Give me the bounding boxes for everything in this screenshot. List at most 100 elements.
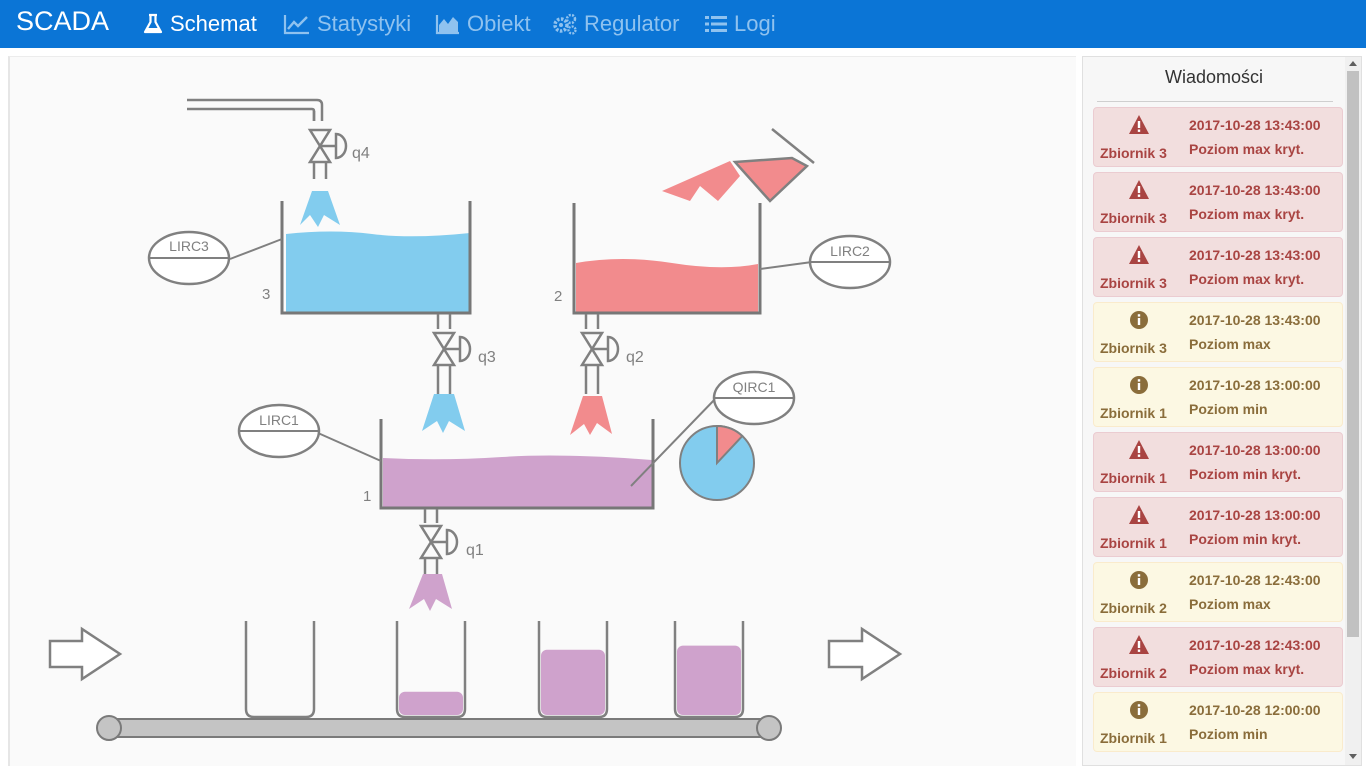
message-source: Zbiornik 2 xyxy=(1100,600,1167,616)
message-item[interactable]: 2017-10-28 13:43:00 Zbiornik 3 Poziom max … xyxy=(1093,237,1343,297)
tank-1 xyxy=(379,419,655,510)
message-item[interactable]: 2017-10-28 13:43:00 Zbiornik 3 Poziom max … xyxy=(1093,107,1343,167)
message-time: 2017-10-28 13:43:00 xyxy=(1189,312,1321,328)
message-time: 2017-10-28 13:43:00 xyxy=(1189,247,1321,263)
message-item[interactable]: 2017-10-28 13:00:00 Zbiornik 1 Poziom min … xyxy=(1093,497,1343,557)
message-text: Poziom max xyxy=(1189,336,1271,352)
scroll-up-icon[interactable] xyxy=(1349,61,1357,66)
spray-q1 xyxy=(409,574,452,611)
messages-divider xyxy=(1097,101,1333,102)
info-icon xyxy=(1128,699,1150,721)
inlet-pipe xyxy=(187,98,324,121)
nav-label-logi: Logi xyxy=(734,11,776,36)
nav-label-schemat: Schemat xyxy=(170,11,257,36)
message-text: Poziom min xyxy=(1189,401,1268,417)
bottle-fill xyxy=(677,645,741,715)
message-item[interactable]: 2017-10-28 13:00:00 Zbiornik 1 Poziom min xyxy=(1093,367,1343,427)
line-chart-icon xyxy=(283,15,309,35)
warning-icon xyxy=(1128,179,1150,201)
warning-icon xyxy=(1128,439,1150,461)
warning-icon xyxy=(1128,114,1150,136)
valve-q1[interactable] xyxy=(419,524,459,560)
bottle-fill xyxy=(541,649,605,715)
valve-q2[interactable] xyxy=(580,331,620,367)
message-item[interactable]: 2017-10-28 12:43:00 Zbiornik 2 Poziom max … xyxy=(1093,627,1343,687)
valve-q3-label: q3 xyxy=(478,349,496,366)
top-navbar: SCADA Schemat Statystyki Obiekt Regulato… xyxy=(0,0,1366,48)
scroll-down-icon[interactable] xyxy=(1349,754,1357,759)
mixture-pie xyxy=(679,424,755,501)
spray-q3 xyxy=(422,394,465,433)
schematic-canvas: q4 3 LIRC3 2 LIRC2 q3 q2 1 LIRC1 QIRC1 q… xyxy=(48,98,903,741)
message-text: Poziom min xyxy=(1189,726,1268,742)
valve-q3[interactable] xyxy=(432,331,472,367)
scroll-thumb[interactable] xyxy=(1347,71,1359,637)
controller-lirc3[interactable]: LIRC3 xyxy=(147,230,231,286)
spray-q4 xyxy=(300,191,340,227)
valve-q4-label: q4 xyxy=(352,145,370,162)
nav-item-schemat[interactable]: Schemat xyxy=(142,10,257,38)
valve-q4[interactable] xyxy=(308,128,348,164)
message-time: 2017-10-28 12:43:00 xyxy=(1189,572,1321,588)
conveyor-in-arrow-icon xyxy=(48,626,123,682)
message-time: 2017-10-28 13:00:00 xyxy=(1189,507,1321,523)
valve-q1-label: q1 xyxy=(466,542,484,559)
cogs-icon xyxy=(553,13,577,35)
brand-title[interactable]: SCADA xyxy=(16,6,109,37)
controller-lirc1-label: LIRC1 xyxy=(259,412,299,428)
nav-label-regulator: Regulator xyxy=(584,11,680,36)
message-item[interactable]: 2017-10-28 13:00:00 Zbiornik 1 Poziom min … xyxy=(1093,432,1343,492)
controller-lirc2[interactable]: LIRC2 xyxy=(808,234,892,290)
tank-1-number: 1 xyxy=(363,488,371,505)
main-area: q4 3 LIRC3 2 LIRC2 q3 q2 1 LIRC1 QIRC1 q… xyxy=(0,48,1366,768)
message-time: 2017-10-28 13:00:00 xyxy=(1189,377,1321,393)
valve-q2-label: q2 xyxy=(626,349,644,366)
warning-icon xyxy=(1128,504,1150,526)
message-source: Zbiornik 3 xyxy=(1100,210,1167,226)
nav-item-regulator[interactable]: Regulator xyxy=(552,10,679,38)
nav-item-statystyki[interactable]: Statystyki xyxy=(283,10,411,38)
message-time: 2017-10-28 12:43:00 xyxy=(1189,637,1321,653)
nav-label-statystyki: Statystyki xyxy=(317,11,412,36)
controller-lirc2-label: LIRC2 xyxy=(830,243,870,259)
message-source: Zbiornik 1 xyxy=(1100,470,1167,486)
message-text: Poziom max kryt. xyxy=(1189,661,1305,677)
tank-2-number: 2 xyxy=(554,288,562,305)
message-text: Poziom max kryt. xyxy=(1189,271,1305,287)
controller-qirc1-label: QIRC1 xyxy=(733,379,776,395)
tank-2-chute xyxy=(662,128,815,203)
message-time: 2017-10-28 13:43:00 xyxy=(1189,182,1321,198)
process-schematic: q4 3 LIRC3 2 LIRC2 q3 q2 1 LIRC1 QIRC1 q… xyxy=(8,56,1076,766)
area-chart-icon xyxy=(435,15,459,35)
message-source: Zbiornik 1 xyxy=(1100,730,1167,746)
tank-2 xyxy=(572,203,762,315)
controller-lirc3-label: LIRC3 xyxy=(169,238,209,254)
nav-item-obiekt[interactable]: Obiekt xyxy=(435,10,531,38)
message-text: Poziom min kryt. xyxy=(1189,466,1302,482)
messages-list: 2017-10-28 13:43:00 Zbiornik 3 Poziom max … xyxy=(1093,107,1343,757)
info-icon xyxy=(1128,374,1150,396)
info-icon xyxy=(1128,309,1150,331)
flask-icon xyxy=(143,13,163,34)
tank-3-number: 3 xyxy=(262,286,270,303)
conveyor-belt xyxy=(96,715,782,741)
message-item[interactable]: 2017-10-28 12:43:00 Zbiornik 2 Poziom max xyxy=(1093,562,1343,622)
nav-label-obiekt: Obiekt xyxy=(467,11,531,36)
message-item[interactable]: 2017-10-28 13:43:00 Zbiornik 3 Poziom max xyxy=(1093,302,1343,362)
message-item[interactable]: 2017-10-28 12:00:00 Zbiornik 1 Poziom min xyxy=(1093,692,1343,752)
message-item[interactable]: 2017-10-28 13:43:00 Zbiornik 3 Poziom max … xyxy=(1093,172,1343,232)
message-time: 2017-10-28 12:00:00 xyxy=(1189,702,1321,718)
conveyor-out-arrow-icon xyxy=(827,626,903,682)
warning-icon xyxy=(1128,244,1150,266)
nav-item-logi[interactable]: Logi xyxy=(704,10,776,38)
controller-lirc1[interactable]: LIRC1 xyxy=(237,403,321,459)
list-icon xyxy=(705,16,727,32)
message-source: Zbiornik 2 xyxy=(1100,665,1167,681)
controller-qirc1[interactable]: QIRC1 xyxy=(712,370,796,426)
bottles xyxy=(244,621,745,719)
messages-scrollbar[interactable] xyxy=(1345,57,1361,765)
message-text: Poziom min kryt. xyxy=(1189,531,1302,547)
message-source: Zbiornik 3 xyxy=(1100,275,1167,291)
info-icon xyxy=(1128,569,1150,591)
message-source: Zbiornik 1 xyxy=(1100,535,1167,551)
